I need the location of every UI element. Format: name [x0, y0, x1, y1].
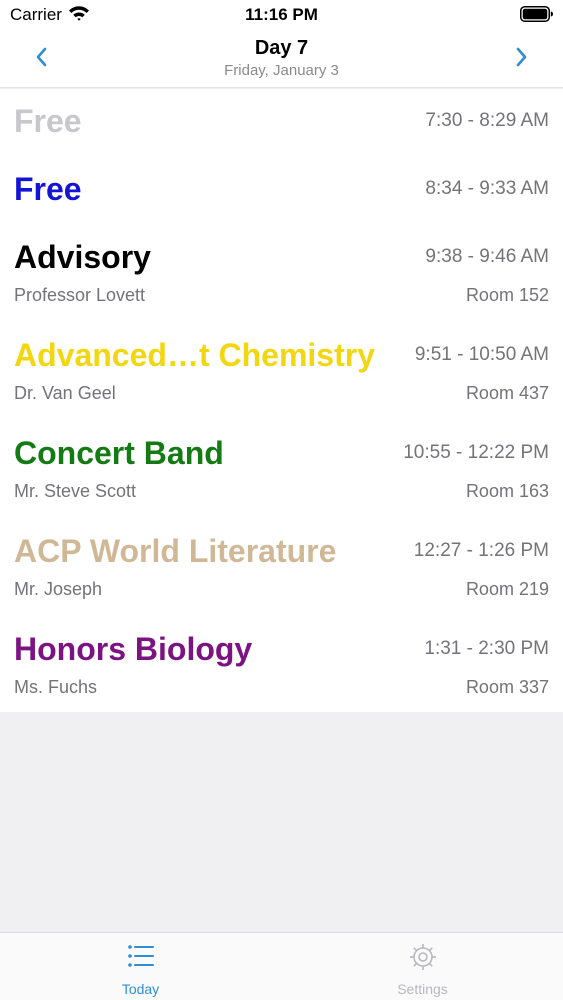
- tab-bar: Today Settings: [0, 932, 563, 1000]
- period-row[interactable]: ACP World Literature 12:27 - 1:26 PM Mr.…: [0, 519, 563, 617]
- period-name: ACP World Literature: [14, 533, 337, 569]
- period-row[interactable]: Advanced…t Chemistry 9:51 - 10:50 AM Dr.…: [0, 323, 563, 421]
- period-time: 7:30 - 8:29 AM: [425, 110, 549, 131]
- period-name: Free: [14, 103, 82, 139]
- tab-settings[interactable]: Settings: [282, 933, 563, 1000]
- next-day-button[interactable]: [507, 42, 537, 72]
- period-time: 12:27 - 1:26 PM: [413, 540, 549, 561]
- period-teacher: Professor Lovett: [14, 285, 146, 305]
- period-room: Room 219: [465, 579, 549, 599]
- period-teacher: Dr. Van Geel: [14, 383, 116, 403]
- list-icon: [127, 943, 155, 974]
- status-bar: Carrier 11:16 PM: [0, 0, 563, 30]
- period-name: Advisory: [14, 239, 151, 275]
- period-teacher: Ms. Fuchs: [14, 677, 98, 697]
- gear-icon: [409, 943, 437, 976]
- period-time: 9:51 - 10:50 AM: [414, 344, 549, 365]
- period-room: Room 337: [465, 677, 549, 697]
- period-row[interactable]: Concert Band 10:55 - 12:22 PM Mr. Steve …: [0, 421, 563, 519]
- period-name: Advanced…t Chemistry: [14, 337, 375, 373]
- day-title: Day 7: [254, 37, 309, 59]
- tab-today[interactable]: Today: [0, 933, 281, 1000]
- period-name: Concert Band: [14, 435, 224, 471]
- period-teacher: Mr. Steve Scott: [14, 481, 137, 501]
- period-row[interactable]: Free 7:30 - 8:29 AM: [0, 89, 563, 157]
- period-room: Room 163: [465, 481, 549, 501]
- tab-settings-label: Settings: [397, 981, 448, 997]
- chevron-right-icon: [516, 47, 527, 67]
- period-row[interactable]: Free 8:34 - 9:33 AM: [0, 157, 563, 225]
- period-name: Honors Biology: [14, 631, 253, 667]
- period-teacher: Mr. Joseph: [14, 579, 103, 599]
- battery-icon: [520, 6, 554, 27]
- period-row[interactable]: Honors Biology 1:31 - 2:30 PM Ms. Fuchs …: [0, 617, 563, 712]
- period-time: 10:55 - 12:22 PM: [403, 442, 549, 463]
- period-row[interactable]: Advisory 9:38 - 9:46 AM Professor Lovett…: [0, 225, 563, 323]
- period-room: Room 437: [465, 383, 549, 403]
- period-time: 9:38 - 9:46 AM: [425, 246, 549, 267]
- period-time: 1:31 - 2:30 PM: [424, 638, 549, 659]
- period-name: Free: [14, 171, 82, 207]
- date-subtitle: Friday, January 3: [224, 62, 339, 79]
- schedule-list: Free 7:30 - 8:29 AM Free 8:34 - 9:33 AM …: [0, 89, 563, 712]
- day-navigation-bar: Day 7 Friday, January 3: [0, 30, 563, 88]
- status-time: 11:16 PM: [245, 5, 318, 24]
- period-room: Room 152: [465, 285, 549, 305]
- tab-today-label: Today: [121, 981, 160, 997]
- period-time: 8:34 - 9:33 AM: [425, 178, 549, 199]
